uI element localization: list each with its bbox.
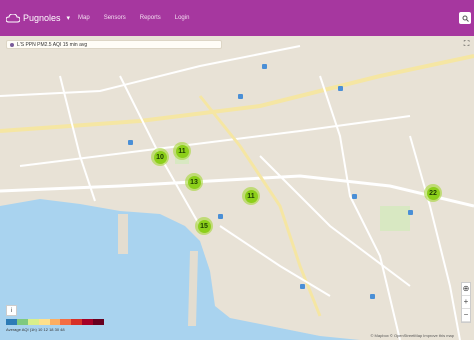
brand-name: Pugnoles (23, 13, 61, 23)
sensor-info-box: L'S PPN PM2.5 AQI 15 min avg (6, 40, 222, 49)
sensor-dot-icon (10, 42, 14, 47)
sensor-cluster-marker[interactable]: 15 (195, 217, 213, 235)
layer-toggle-button[interactable]: i (6, 305, 17, 316)
chevron-down-icon[interactable]: ▾ (67, 14, 71, 22)
poi-marker[interactable] (128, 140, 133, 145)
sensor-cluster-marker[interactable]: 10 (151, 148, 169, 166)
map-attribution[interactable]: © Mapbox © OpenStreetMap Improve this ma… (371, 333, 455, 338)
nav-item-map[interactable]: Map (78, 15, 90, 21)
poi-marker[interactable] (300, 284, 305, 289)
legend-swatch (38, 319, 50, 325)
zoom-in-button[interactable]: + (462, 296, 470, 309)
cluster-count: 11 (175, 144, 189, 158)
poi-marker[interactable] (218, 214, 223, 219)
search-button[interactable] (459, 12, 471, 24)
nav-item-reports[interactable]: Reports (140, 15, 161, 21)
legend-swatch (60, 319, 72, 325)
poi-marker[interactable] (408, 210, 413, 215)
legend-swatch (16, 319, 28, 325)
search-icon (462, 15, 469, 22)
cluster-count: 22 (426, 186, 440, 200)
brand-logo[interactable]: Pugnoles (6, 13, 61, 23)
legend-swatch (82, 319, 94, 325)
nav-item-sensors[interactable]: Sensors (104, 15, 126, 21)
cloud-icon (6, 13, 20, 22)
legend-swatch (27, 319, 39, 325)
top-navigation-bar: Pugnoles ▾ Map Sensors Reports Login (0, 0, 474, 36)
poi-marker[interactable] (352, 194, 357, 199)
sensor-cluster-marker[interactable]: 22 (424, 184, 442, 202)
sensor-cluster-marker[interactable]: 11 (242, 187, 260, 205)
map-background (0, 36, 474, 340)
compass-icon[interactable]: ⊕ (462, 283, 470, 296)
poi-marker[interactable] (262, 64, 267, 69)
poi-marker[interactable] (370, 294, 375, 299)
cluster-count: 10 (153, 150, 167, 164)
zoom-out-button[interactable]: − (462, 309, 470, 322)
cluster-count: 13 (187, 175, 201, 189)
poi-marker[interactable] (338, 86, 343, 91)
map-controls: ⊕ + − (461, 282, 471, 323)
aqi-color-legend (6, 319, 105, 325)
map-view[interactable] (0, 36, 474, 340)
legend-caption: Average AQI (1h) 10 12 18 30 48 (6, 327, 65, 332)
nav-item-login[interactable]: Login (175, 15, 190, 21)
legend-swatch (71, 319, 83, 325)
fullscreen-icon[interactable]: ⛶ (462, 39, 471, 48)
legend-swatch (93, 319, 105, 325)
cluster-count: 15 (197, 219, 211, 233)
poi-marker[interactable] (238, 94, 243, 99)
info-text: L'S PPN PM2.5 AQI 15 min avg (17, 41, 88, 48)
sensor-cluster-marker[interactable]: 11 (173, 142, 191, 160)
legend-swatch (6, 319, 17, 325)
legend-swatch (49, 319, 61, 325)
sensor-cluster-marker[interactable]: 13 (185, 173, 203, 191)
cluster-count: 11 (244, 189, 258, 203)
